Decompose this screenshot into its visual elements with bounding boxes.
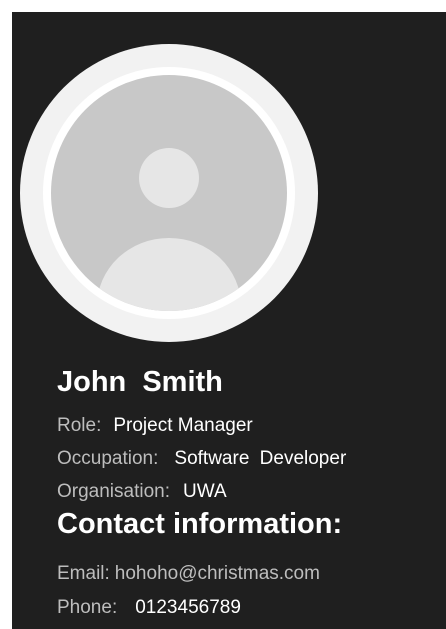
organisation-value: UWA xyxy=(183,481,227,502)
organisation-row: Organisation: UWA xyxy=(57,480,227,504)
phone-row: Phone: 0123456789 xyxy=(57,596,241,620)
avatar-head xyxy=(139,148,199,208)
organisation-label: Organisation: xyxy=(57,481,171,502)
role-label: Role: xyxy=(57,415,102,436)
page: John Smith Role: Project Manager Occupati… xyxy=(0,0,446,629)
profile-name: John Smith xyxy=(57,366,223,398)
email-label: Email: xyxy=(57,563,110,584)
profile-card: John Smith Role: Project Manager Occupati… xyxy=(12,12,446,629)
occupation-value: Software Developer xyxy=(174,448,347,469)
phone-value[interactable]: 0123456789 xyxy=(135,597,241,618)
email-value[interactable]: hohoho@christmas.com xyxy=(115,563,320,584)
role-row: Role: Project Manager xyxy=(57,414,253,438)
email-row: Email: hohoho@christmas.com xyxy=(57,562,320,586)
contact-heading: Contact information: xyxy=(57,508,343,540)
default-user-avatar-icon xyxy=(20,44,318,342)
occupation-row: Occupation: Software Developer xyxy=(57,447,346,471)
phone-label: Phone: xyxy=(57,597,118,618)
occupation-label: Occupation: xyxy=(57,448,159,469)
avatar xyxy=(20,44,318,342)
role-value: Project Manager xyxy=(113,415,253,436)
